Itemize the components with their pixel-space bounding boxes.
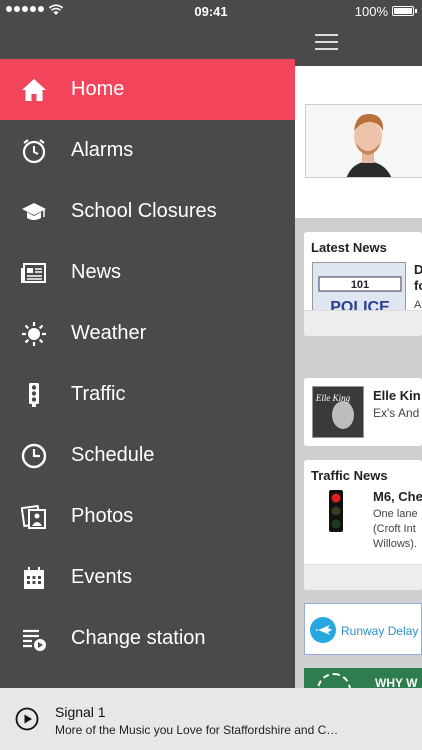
menu-item-change-station[interactable]: Change station: [0, 608, 295, 669]
presenter-card[interactable]: [295, 66, 422, 218]
alarm-clock-icon: [20, 137, 48, 165]
sun-icon: [20, 320, 48, 348]
traffic-light-thumbnail: [329, 490, 343, 532]
station-list-icon: [20, 625, 48, 653]
station-name: Signal 1: [55, 704, 106, 720]
card-footer: [304, 564, 422, 590]
menu-item-label: Photos: [71, 505, 134, 527]
menu-item-schedule[interactable]: Schedule: [0, 425, 295, 486]
music-summary: Ex's And: [373, 406, 420, 420]
menu-item-label: Home: [71, 78, 125, 100]
main-content: Latest News 101 POLICE D fo A w Elle Kin…: [295, 0, 422, 750]
svg-text:101: 101: [351, 279, 369, 291]
hamburger-menu-icon[interactable]: [315, 34, 338, 50]
album-art-thumbnail: Elle King: [312, 386, 364, 438]
traffic-text-line3: Willows).: [373, 538, 417, 550]
graduation-cap-icon: [20, 198, 48, 226]
side-menu: Home Alarms School Closures News Weather…: [0, 59, 295, 669]
svg-text:Elle King: Elle King: [315, 393, 351, 403]
menu-item-label: Events: [71, 566, 133, 588]
status-bar: 09:41 100%: [0, 0, 422, 22]
menu-item-weather[interactable]: Weather: [0, 303, 295, 364]
play-button-icon[interactable]: [15, 707, 39, 731]
traffic-text-line2: (Croft Int: [373, 523, 416, 535]
battery-percentage: 100%: [354, 4, 388, 19]
latest-news-title: Latest News: [311, 240, 387, 255]
traffic-light-icon: [20, 381, 48, 409]
traffic-news-title: Traffic News: [311, 468, 388, 483]
menu-item-home[interactable]: Home: [0, 59, 295, 120]
menu-item-alarms[interactable]: Alarms: [0, 120, 295, 181]
menu-item-label: News: [71, 261, 122, 283]
photos-icon: [20, 503, 48, 531]
menu-item-events[interactable]: Events: [0, 547, 295, 608]
traffic-news-card[interactable]: Traffic News M6, Che One lane (Croft Int…: [304, 460, 422, 590]
banner-text: Runway Delay: [341, 624, 419, 638]
menu-item-label: Weather: [71, 322, 147, 344]
menu-item-label: Traffic: [71, 383, 126, 405]
menu-item-label: Change station: [71, 627, 206, 649]
presenter-photo: [305, 104, 422, 178]
card-footer: [304, 310, 422, 336]
station-description: More of the Music you Love for Staffords…: [55, 723, 339, 737]
home-icon: [20, 76, 48, 104]
latest-news-card[interactable]: Latest News 101 POLICE D fo A w: [304, 232, 422, 336]
news-headline: D: [414, 262, 422, 277]
menu-item-photos[interactable]: Photos: [0, 486, 295, 547]
battery-icon: [392, 6, 417, 16]
newspaper-icon: [20, 259, 48, 287]
now-playing-bar[interactable]: Signal 1 More of the Music you Love for …: [0, 688, 422, 750]
airplane-icon: [310, 617, 336, 643]
calendar-icon: [20, 564, 48, 592]
runway-delay-ad-banner[interactable]: Runway Delay: [304, 603, 422, 655]
menu-item-school-closures[interactable]: School Closures: [0, 181, 295, 242]
menu-item-label: Schedule: [71, 444, 155, 466]
traffic-text-line1: One lane: [373, 508, 418, 520]
menu-item-news[interactable]: News: [0, 242, 295, 303]
news-headline-line2: fo: [414, 278, 422, 293]
clock-icon: [20, 442, 48, 470]
menu-item-traffic[interactable]: Traffic: [0, 364, 295, 425]
traffic-headline: M6, Che: [373, 489, 422, 504]
music-news-card[interactable]: Elle King Elle Kin Ex's And: [304, 378, 422, 446]
menu-item-label: Alarms: [71, 139, 134, 161]
music-headline: Elle Kin: [373, 388, 421, 403]
menu-item-label: School Closures: [71, 200, 217, 222]
